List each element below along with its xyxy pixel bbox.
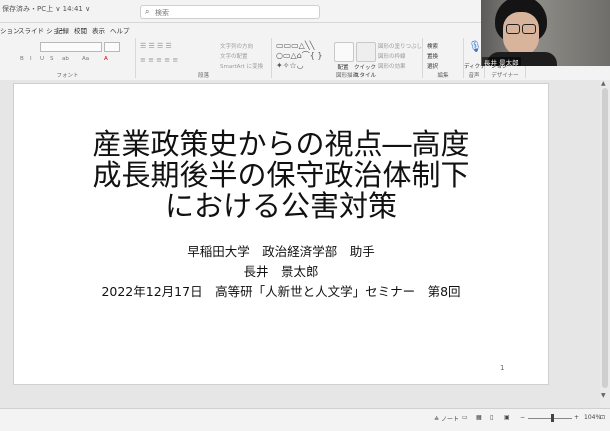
scrollbar-thumb[interactable]: [602, 88, 608, 388]
zoom-slider-knob[interactable]: [551, 414, 554, 422]
title-line-2: 成長期後半の保守政治体制下: [92, 158, 470, 192]
font-case-icon[interactable]: Aa: [82, 56, 89, 62]
font-group: B I U S ab Aa A フォント: [0, 38, 136, 79]
tab-record[interactable]: 記録: [56, 25, 69, 35]
find-button[interactable]: 検索: [427, 42, 438, 50]
shape-outline-button[interactable]: 図形の枠線: [378, 52, 406, 60]
font-group-label: フォント: [56, 73, 79, 79]
align-icons[interactable]: ≡ ≡ ≡ ≡ ≡: [140, 56, 178, 64]
shapes-gallery[interactable]: ▭▭▭△╲╲ ○▭△⌂⌒{ } ✦✧☆◡: [276, 41, 323, 70]
notes-button[interactable]: ≙ ノート: [434, 414, 459, 423]
voice-group-label: 音声: [468, 73, 480, 79]
status-bar: ≙ ノート ▭ ▦ ▯ ▣ − + 104% ⊡: [0, 408, 610, 431]
zoom-in-icon[interactable]: +: [574, 414, 579, 421]
microphone-icon[interactable]: 🎙: [468, 40, 482, 53]
scroll-up-arrow[interactable]: ▲: [601, 80, 606, 87]
text-direction-button[interactable]: 文字列の方向: [220, 42, 253, 50]
notes-label: ノート: [440, 416, 459, 423]
replace-button[interactable]: 置換: [427, 52, 438, 60]
zoom-out-icon[interactable]: −: [520, 414, 525, 421]
tab-animation[interactable]: ション: [0, 25, 20, 35]
tab-review[interactable]: 校閲: [74, 25, 87, 35]
search-box[interactable]: ⌕ 検索: [140, 5, 320, 19]
zoom-level[interactable]: 104%: [584, 414, 601, 421]
strikethrough-icon[interactable]: S: [50, 56, 54, 62]
slide-title[interactable]: 産業政策史からの視点―高度 成長期後半の保守政治体制下 における公害対策: [14, 129, 548, 222]
shape-fill-button[interactable]: 図形の塗りつぶし: [378, 42, 422, 50]
slide-sorter-icon[interactable]: ▦: [476, 414, 482, 421]
zoom-slider-track[interactable]: [528, 418, 572, 419]
bullets-icon[interactable]: ☰ ☰ ☰ ☰: [140, 42, 172, 50]
shape-effects-button[interactable]: 図形の効果: [378, 62, 406, 70]
subtitle-author[interactable]: 長井 景太郎: [14, 261, 548, 280]
italic-icon[interactable]: I: [30, 56, 32, 62]
select-button[interactable]: 選択: [427, 62, 438, 70]
scroll-down-arrow[interactable]: ▼: [601, 392, 606, 399]
editing-group: 検索 置換 選択 編集: [423, 38, 464, 79]
normal-view-icon[interactable]: ▭: [462, 414, 468, 421]
paragraph-group: ☰ ☰ ☰ ☰ ≡ ≡ ≡ ≡ ≡ 文字列の方向 文字の配置 SmartArt …: [136, 38, 272, 79]
title-line-3: における公害対策: [164, 189, 397, 223]
bold-icon[interactable]: B: [20, 56, 24, 62]
tab-help[interactable]: ヘルプ: [110, 25, 130, 35]
designer-group-label: デザイナー: [491, 73, 519, 79]
underline-icon[interactable]: U: [40, 56, 44, 62]
tab-view[interactable]: 表示: [92, 25, 105, 35]
quick-styles-icon[interactable]: [356, 42, 376, 62]
webcam-overlay: 長井 景太郎: [481, 0, 610, 66]
editing-group-label: 編集: [437, 73, 449, 79]
webcam-glasses-right: [522, 24, 536, 34]
vertical-scrollbar[interactable]: ▲ ▼: [600, 80, 610, 410]
webcam-glasses-left: [506, 24, 520, 34]
slide[interactable]: 産業政策史からの視点―高度 成長期後半の保守政治体制下 における公害対策 早稲田…: [14, 84, 548, 384]
drawing-group: ▭▭▭△╲╲ ○▭△⌂⌒{ } ✦✧☆◡ 配置 クイック スタイル 図形の塗りつぶし…: [272, 38, 423, 79]
webcam-name-label: 長井 景太郎: [482, 57, 521, 66]
smartart-button[interactable]: SmartArt に変換: [220, 62, 263, 70]
arrange-icon[interactable]: [334, 42, 354, 62]
drawing-group-label: 図形描画: [335, 73, 358, 79]
text-align-button[interactable]: 文字の配置: [220, 52, 248, 60]
paragraph-group-label: 段落: [197, 73, 209, 79]
slide-number: 1: [500, 364, 505, 372]
fit-to-window-icon[interactable]: ⊡: [600, 414, 605, 421]
subtitle-date-event[interactable]: 2022年12月17日 高等研「人新世と人文学」セミナー 第8回: [14, 281, 548, 300]
title-line-1: 産業政策史からの視点―高度: [92, 127, 470, 161]
search-icon: ⌕: [145, 7, 150, 16]
font-color-icon[interactable]: A: [104, 56, 108, 62]
reading-view-icon[interactable]: ▯: [490, 414, 493, 421]
subtitle-affiliation[interactable]: 早稲田大学 政治経済学部 助手: [14, 241, 548, 260]
font-name-select[interactable]: [40, 42, 102, 52]
font-size-select[interactable]: [104, 42, 120, 52]
slideshow-view-icon[interactable]: ▣: [504, 414, 510, 421]
char-spacing-icon[interactable]: ab: [62, 56, 69, 62]
webcam-person-face: [503, 12, 539, 56]
file-name: 保存済み・PC上 ∨ 14:41 ∨: [2, 5, 91, 13]
search-placeholder: 検索: [155, 9, 169, 17]
